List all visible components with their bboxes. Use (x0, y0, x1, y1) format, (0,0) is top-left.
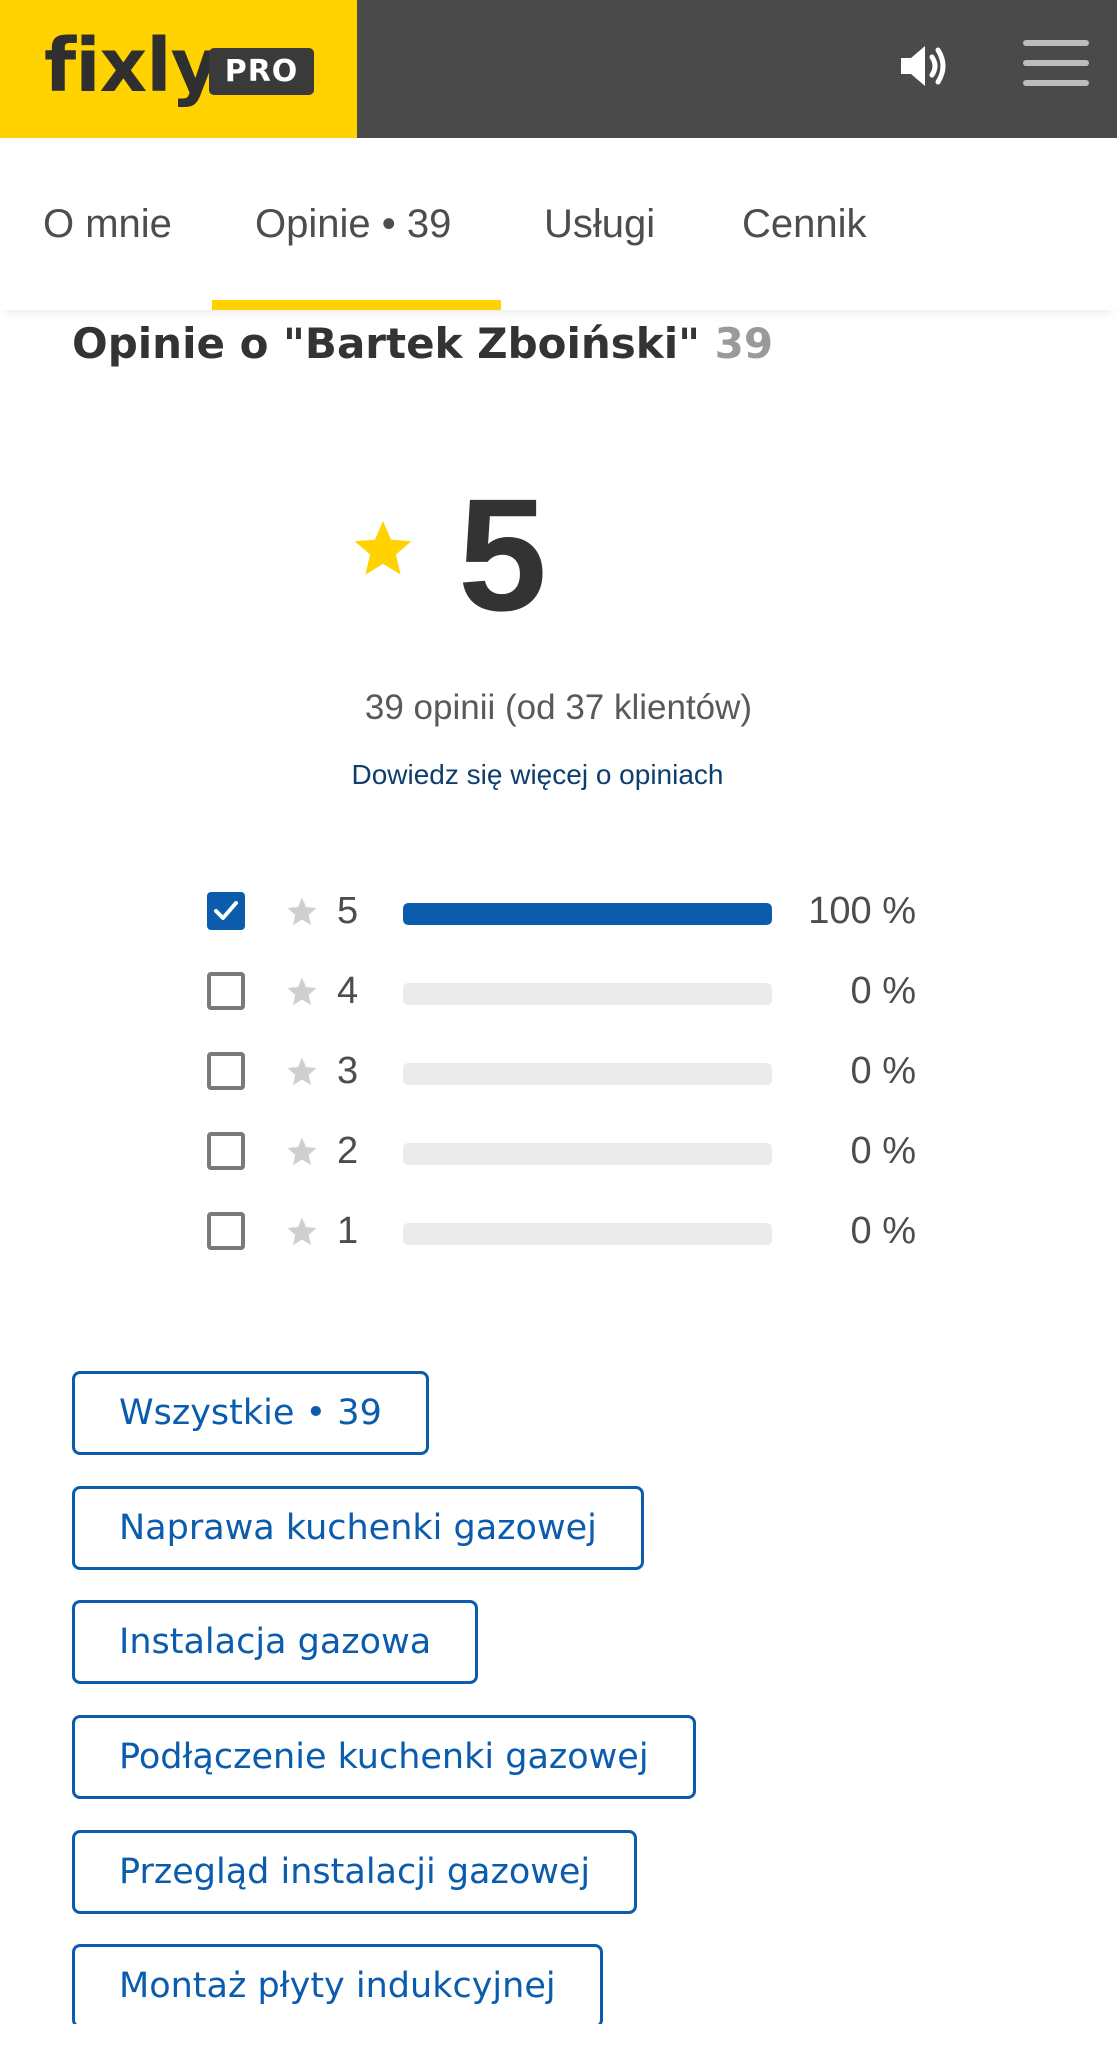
filter-chips: Wszystkie • 39 Naprawa kuchenki gazowej … (0, 0, 1117, 2024)
filter-chip-naprawa-kuchenki[interactable]: Naprawa kuchenki gazowej (72, 1486, 644, 1570)
filter-chip-podlaczenie-kuchenki[interactable]: Podłączenie kuchenki gazowej (72, 1715, 696, 1799)
filter-chip-instalacja-gazowa[interactable]: Instalacja gazowa (72, 1600, 479, 1684)
filter-chip-all[interactable]: Wszystkie • 39 (72, 1371, 429, 1455)
filter-chip-przeglad-instalacji[interactable]: Przegląd instalacji gazowej (72, 1830, 638, 1914)
filter-chip-montaz-plyty[interactable]: Montaż płyty indukcyjnej (72, 1944, 603, 2024)
